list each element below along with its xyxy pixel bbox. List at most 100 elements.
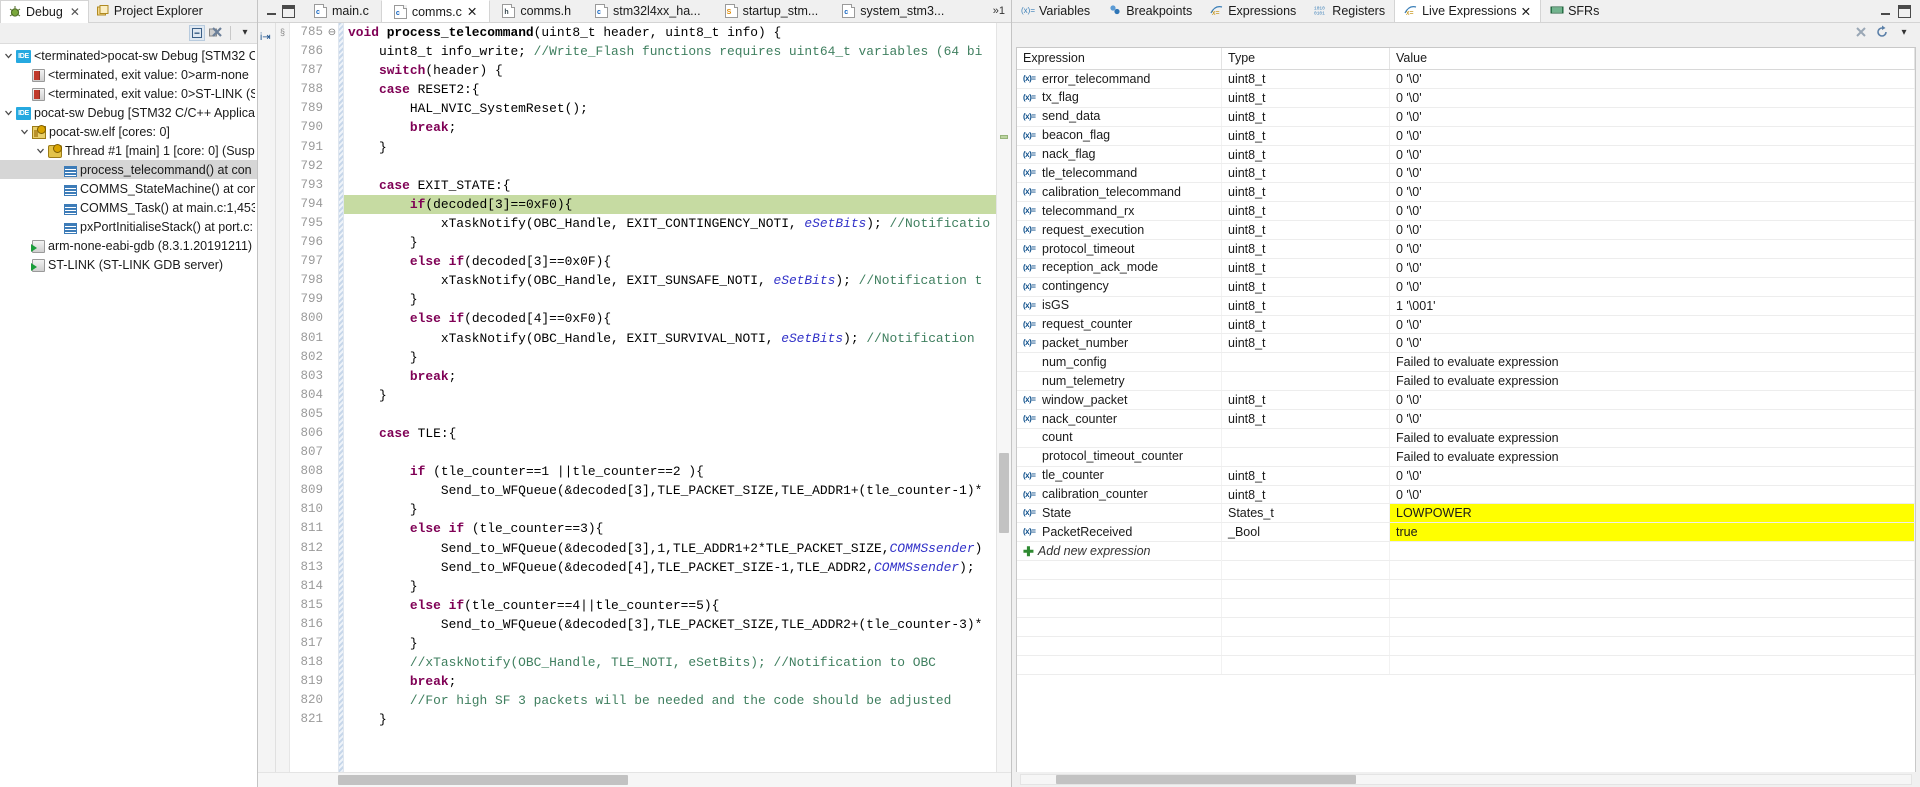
remove-all-terminated-icon[interactable] [208,25,224,41]
table-row[interactable]: (x)= telecommand_rx uint8_t 0 '\0' [1017,202,1915,222]
editor-folding-column[interactable]: ⊖ [326,23,338,772]
editor-tab[interactable]: c main.c [302,0,381,22]
table-row[interactable]: (x)= beacon_flag uint8_t 0 '\0' [1017,126,1915,146]
column-header-value[interactable]: Value [1390,48,1915,69]
expressions-tab[interactable]: (x)= Variables [1012,0,1099,22]
folding-marker-icon[interactable]: § [276,27,289,37]
cell-value[interactable]: 1 '\001' [1390,296,1915,315]
tab-project-explorer[interactable]: Project Explorer [89,0,211,22]
code-line[interactable]: } [344,233,996,252]
editor-code-area[interactable]: void process_telecommand(uint8_t header,… [344,23,996,772]
cell-expression[interactable]: (x)= nack_flag [1017,145,1222,164]
table-row[interactable]: (x)= request_execution uint8_t 0 '\0' [1017,221,1915,241]
table-row[interactable]: count Failed to evaluate expression [1017,428,1915,448]
chevron-down-icon[interactable] [16,127,32,136]
table-row[interactable]: (x)= calibration_counter uint8_t 0 '\0' [1017,485,1915,505]
cell-expression[interactable]: (x)= send_data [1017,107,1222,126]
cell-value[interactable]: 0 '\0' [1390,183,1915,202]
editor-vscroll-thumb[interactable] [999,453,1009,533]
table-row[interactable]: (x)= tle_counter uint8_t 0 '\0' [1017,466,1915,486]
cell-value[interactable]: 0 '\0' [1390,202,1915,221]
expressions-horizontal-scrollbar[interactable] [1016,772,1916,787]
cell-expression[interactable]: (x)= State [1017,504,1222,523]
cell-expression[interactable]: (x)= beacon_flag [1017,126,1222,145]
table-row[interactable]: (x)= send_data uint8_t 0 '\0' [1017,107,1915,127]
debug-tree-row[interactable]: <terminated, exit value: 0>arm-none [0,65,257,84]
debug-tree-row[interactable]: IDE <terminated>pocat-sw Debug [STM32 C/… [0,46,257,65]
code-line[interactable] [344,157,996,176]
code-line[interactable] [344,443,996,462]
cell-expression[interactable]: (x)= tx_flag [1017,88,1222,107]
code-line[interactable]: xTaskNotify(OBC_Handle, EXIT_SUNSAFE_NOT… [344,271,996,290]
code-line[interactable]: uint8_t info_write; //Write_Flash functi… [344,42,996,61]
fold-collapse-icon[interactable]: ⊖ [326,23,338,42]
editor-tab[interactable]: c stm32l4xx_ha... [583,0,713,22]
close-icon[interactable]: ✕ [467,4,477,19]
code-line[interactable]: Send_to_WFQueue(&decoded[4],TLE_PACKET_S… [344,558,996,577]
cell-expression[interactable]: (x)= calibration_telecommand [1017,183,1222,202]
code-line[interactable]: } [344,138,996,157]
cell-value[interactable]: 0 '\0' [1390,466,1915,485]
debug-tree-row[interactable]: Thread #1 [main] 1 [core: 0] (Susp [0,141,257,160]
cell-value[interactable]: 0 '\0' [1390,334,1915,353]
code-line[interactable]: else if (tle_counter==3){ [344,519,996,538]
code-line[interactable]: } [344,634,996,653]
table-row[interactable]: protocol_timeout_counter Failed to evalu… [1017,447,1915,467]
table-row[interactable]: (x)= request_counter uint8_t 0 '\0' [1017,315,1915,335]
minimize-icon[interactable] [1879,5,1892,18]
editor-vertical-scrollbar[interactable] [996,23,1011,772]
table-row[interactable]: (x)= error_telecommand uint8_t 0 '\0' [1017,70,1915,89]
expressions-tab[interactable]: 1010 0101 Registers [1305,0,1394,22]
cell-value[interactable]: 0 '\0' [1390,221,1915,240]
editor-tab[interactable]: h comms.h [490,0,583,22]
cell-expression[interactable]: num_telemetry [1017,372,1222,391]
chevron-down-icon[interactable] [32,146,48,155]
cell-expression[interactable]: (x)= error_telecommand [1017,70,1222,88]
cell-value[interactable]: Failed to evaluate expression [1390,353,1915,372]
cell-value[interactable]: 0 '\0' [1390,145,1915,164]
expressions-tab[interactable]: x= Expressions [1201,0,1305,22]
table-row[interactable]: (x)= State States_t LOWPOWER [1017,504,1915,524]
code-line[interactable]: case EXIT_STATE:{ [344,176,996,195]
debug-tree-row[interactable]: IDE pocat-sw Debug [STM32 C/C++ Applica [0,103,257,122]
cell-expression[interactable]: (x)= telecommand_rx [1017,202,1222,221]
cell-value[interactable]: 0 '\0' [1390,240,1915,258]
table-row[interactable]: (x)= nack_counter uint8_t 0 '\0' [1017,410,1915,429]
cell-value[interactable]: true [1390,523,1915,542]
collapse-all-icon[interactable] [189,25,205,41]
cell-expression[interactable]: num_config [1017,353,1222,372]
cell-expression[interactable]: (x)= calibration_counter [1017,485,1222,504]
cell-expression[interactable]: (x)= reception_ack_mode [1017,258,1222,277]
code-line[interactable]: } [344,348,996,367]
cell-value[interactable]: Failed to evaluate expression [1390,447,1915,466]
code-line[interactable]: Send_to_WFQueue(&decoded[3],1,TLE_ADDR1+… [344,539,996,558]
maximize-icon[interactable] [282,4,295,18]
view-menu-icon[interactable]: ▾ [237,25,253,41]
code-line[interactable]: if(decoded[3]==0xF0){ [344,194,996,214]
table-row[interactable]: (x)= nack_flag uint8_t 0 '\0' [1017,145,1915,165]
cell-expression[interactable]: (x)= contingency [1017,277,1222,296]
expressions-table[interactable]: Expression Type Value (x)= error_telecom… [1016,47,1916,772]
debug-tree-row[interactable]: COMMS_StateMachine() at con [0,179,257,198]
cell-expression[interactable]: (x)= window_packet [1017,391,1222,410]
debug-tree-row[interactable]: ST-LINK (ST-LINK GDB server) [0,255,257,274]
table-row[interactable]: (x)= tx_flag uint8_t 0 '\0' [1017,88,1915,108]
debug-launch-tree[interactable]: IDE <terminated>pocat-sw Debug [STM32 C/… [0,44,257,787]
code-line[interactable]: break; [344,367,996,386]
cell-value[interactable]: 0 '\0' [1390,126,1915,145]
table-row[interactable]: (x)= window_packet uint8_t 0 '\0' [1017,391,1915,411]
table-row[interactable]: num_telemetry Failed to evaluate express… [1017,372,1915,392]
add-expression-cell[interactable]: ✚ Add new expression [1017,542,1222,562]
code-line[interactable]: void process_telecommand(uint8_t header,… [344,23,996,42]
cell-value[interactable]: 0 '\0' [1390,315,1915,334]
editor-tab[interactable]: S startup_stm... [713,0,831,22]
cell-value[interactable]: 0 '\0' [1390,88,1915,107]
cell-value[interactable]: LOWPOWER [1390,504,1915,523]
code-line[interactable]: break; [344,672,996,691]
code-line[interactable]: } [344,577,996,596]
debug-tree-row[interactable]: COMMS_Task() at main.c:1,453 [0,198,257,217]
code-line[interactable]: } [344,290,996,309]
code-line[interactable]: } [344,386,996,405]
code-line[interactable]: case RESET2:{ [344,80,996,99]
code-line[interactable]: } [344,710,996,729]
